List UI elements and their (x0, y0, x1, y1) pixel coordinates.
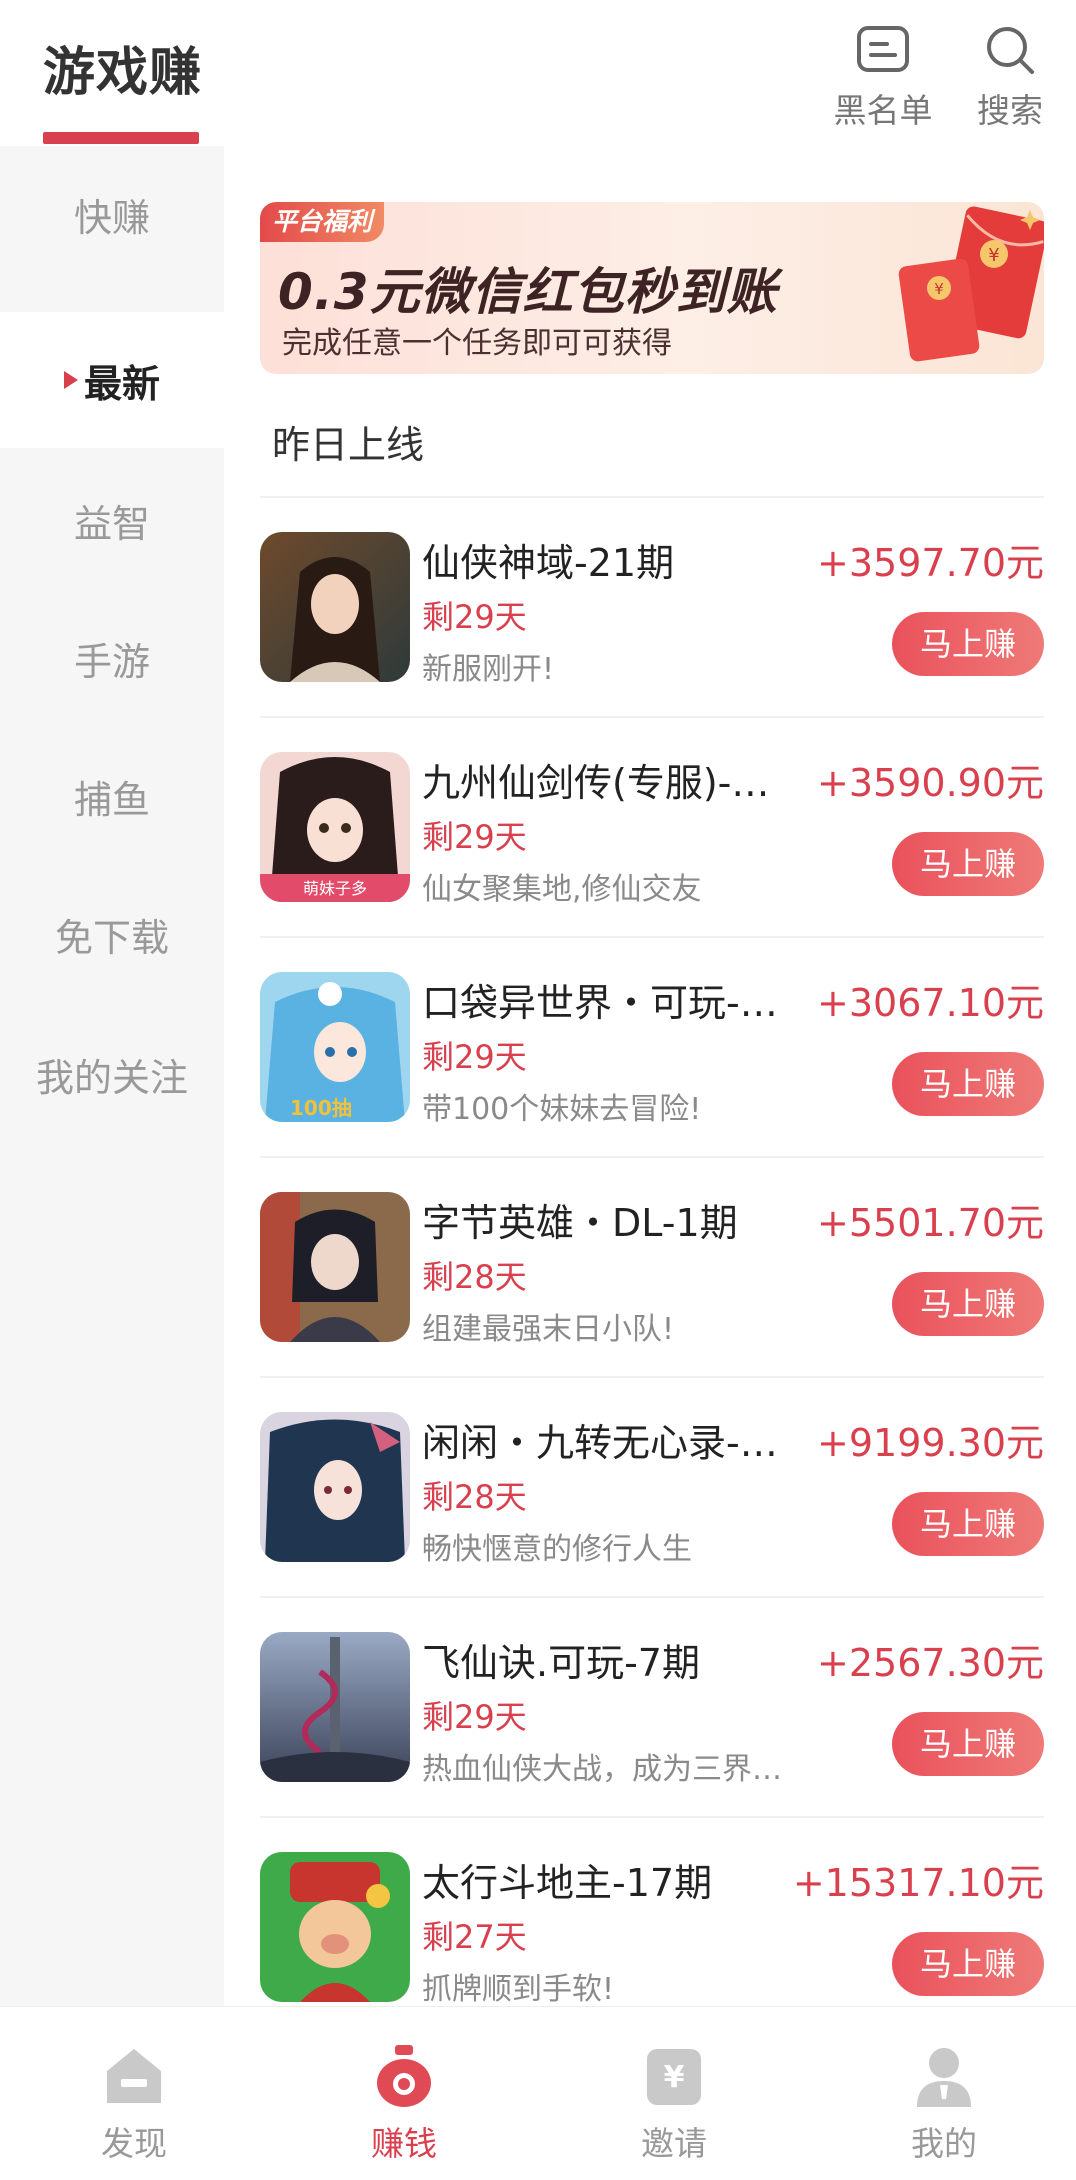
reward-amount: +9199.30元 (817, 1421, 1044, 1465)
search-label: 搜索 (977, 91, 1043, 130)
main-content: 平台福利 0.3元微信红包秒到账 完成任意一个任务即可可获得 ¥ ¥ 昨日上线 (224, 146, 1076, 2007)
sidebar-item-label: 我的关注 (35, 1055, 188, 1100)
red-envelope-icon: ¥ ¥ (898, 206, 1044, 362)
game-thumbnail (260, 532, 410, 682)
home-icon (107, 2049, 161, 2103)
svg-text:¥: ¥ (664, 2060, 685, 2095)
earn-now-button[interactable]: 马上赚 (892, 1492, 1044, 1556)
tab-label: 发现 (101, 2124, 167, 2163)
earn-now-button[interactable]: 马上赚 (892, 1712, 1044, 1776)
game-thumbnail: 萌妹子多 (260, 752, 410, 902)
earn-now-button[interactable]: 马上赚 (892, 612, 1044, 676)
game-description: 带100个妹妹去冒险! (422, 1092, 702, 1127)
days-left: 剩29天 (422, 818, 527, 856)
page-title: 游戏赚 (43, 43, 203, 103)
svg-text:¥: ¥ (988, 245, 999, 266)
days-left: 剩29天 (422, 1698, 527, 1736)
game-name: 口袋异世界・可玩-… (422, 981, 778, 1025)
sidebar-item-label: 捕鱼 (73, 777, 150, 822)
reward-amount: +15317.10元 (792, 1861, 1044, 1905)
search-button[interactable]: 搜索 (950, 22, 1070, 132)
sidebar-item-quick-earn[interactable]: 快赚 (0, 146, 224, 282)
earn-now-button[interactable]: 马上赚 (892, 1272, 1044, 1336)
sidebar-item-label: 手游 (73, 639, 150, 684)
game-name: 九州仙剑传(专服)-… (422, 761, 770, 805)
game-description: 仙女聚集地,修仙交友 (422, 872, 702, 907)
banner-subtext: 完成任意一个任务即可可获得 (282, 326, 672, 361)
game-name: 仙侠神域-21期 (422, 541, 675, 585)
game-thumbnail (260, 1852, 410, 2002)
sidebar-item-following[interactable]: 我的关注 (0, 1006, 224, 1142)
game-description: 组建最强末日小队! (422, 1312, 675, 1347)
blacklist-button[interactable]: 黑名单 (823, 22, 943, 132)
reward-amount: +2567.30元 (817, 1641, 1044, 1685)
game-name: 飞仙诀.可玩-7期 (422, 1641, 700, 1685)
days-left: 剩27天 (422, 1918, 527, 1956)
days-left: 剩29天 (422, 598, 527, 636)
thumb-badge: 100抽 (290, 1096, 352, 1120)
search-icon (987, 27, 1034, 74)
list-item[interactable]: 闲闲・九转无心录-… 剩28天 畅快惬意的修行人生 +9199.30元 马上赚 (260, 1376, 1044, 1596)
sidebar-item-label: 快赚 (73, 195, 150, 240)
category-sidebar: 快赚 最新 益智 手游 捕鱼 免下载 我的关注 (0, 146, 224, 2006)
reward-amount: +5501.70元 (817, 1201, 1044, 1245)
game-name: 闲闲・九转无心录-… (422, 1421, 778, 1465)
sidebar-item-label: 最新 (83, 361, 160, 406)
game-thumbnail: 100抽 (260, 972, 410, 1122)
game-thumbnail (260, 1632, 410, 1782)
list-item[interactable]: 飞仙诀.可玩-7期 剩29天 热血仙侠大战，成为三界… +2567.30元 马上… (260, 1596, 1044, 1816)
list-item[interactable]: 太行斗地主-17期 剩27天 抓牌顺到手软! +15317.10元 马上赚 (260, 1816, 1044, 2036)
reward-amount: +3067.10元 (817, 981, 1044, 1025)
days-left: 剩28天 (422, 1478, 527, 1516)
tab-label: 我的 (911, 2124, 977, 2163)
tab-mine[interactable]: 我的 (854, 2041, 1034, 2165)
promo-banner[interactable]: 平台福利 0.3元微信红包秒到账 完成任意一个任务即可可获得 ¥ ¥ (260, 202, 1044, 374)
active-indicator-icon (63, 371, 78, 389)
tab-invite[interactable]: ¥ 邀请 (584, 2041, 764, 2165)
list-item[interactable]: 字节英雄・DL-1期 剩28天 组建最强末日小队! +5501.70元 马上赚 (260, 1156, 1044, 1376)
list-item[interactable]: 萌妹子多 九州仙剑传(专服)-… 剩29天 仙女聚集地,修仙交友 +3590.9… (260, 716, 1044, 936)
sidebar-item-mobile-games[interactable]: 手游 (0, 590, 224, 726)
person-icon (917, 2048, 971, 2107)
blacklist-icon (857, 26, 909, 72)
tab-discover[interactable]: 发现 (44, 2041, 224, 2165)
game-description: 抓牌顺到手软! (422, 1972, 615, 2007)
sidebar-item-no-download[interactable]: 免下载 (0, 866, 224, 1002)
money-bag-icon (377, 2045, 431, 2107)
banner-tag: 平台福利 (260, 202, 385, 242)
game-name: 字节英雄・DL-1期 (422, 1201, 738, 1245)
sidebar-item-fishing[interactable]: 捕鱼 (0, 728, 224, 864)
section-title: 昨日上线 (272, 423, 425, 467)
title-underline (43, 132, 199, 144)
reward-amount: +3590.90元 (817, 761, 1044, 805)
days-left: 剩28天 (422, 1258, 527, 1296)
game-description: 热血仙侠大战，成为三界… (422, 1752, 782, 1787)
list-item[interactable]: 100抽 口袋异世界・可玩-… 剩29天 带100个妹妹去冒险! +3067.1… (260, 936, 1044, 1156)
earn-now-button[interactable]: 马上赚 (892, 832, 1044, 896)
sidebar-item-puzzle[interactable]: 益智 (0, 452, 224, 588)
earn-now-button[interactable]: 马上赚 (892, 1052, 1044, 1116)
blacklist-label: 黑名单 (833, 91, 933, 130)
list-item[interactable]: 仙侠神域-21期 剩29天 新服刚开! +3597.70元 马上赚 (260, 496, 1044, 716)
sidebar-item-label: 免下载 (54, 915, 169, 960)
game-description: 畅快惬意的修行人生 (422, 1532, 692, 1567)
sidebar-item-label: 益智 (73, 501, 150, 546)
game-description: 新服刚开! (422, 652, 555, 687)
tab-earn[interactable]: 赚钱 (314, 2041, 494, 2165)
tab-label: 赚钱 (371, 2124, 437, 2163)
game-thumbnail (260, 1192, 410, 1342)
thumb-badge: 萌妹子多 (303, 879, 367, 898)
bottom-tab-bar: 发现 赚钱 ¥ 邀请 我的 (0, 2006, 1076, 2180)
yuan-icon: ¥ (647, 2049, 701, 2105)
svg-text:¥: ¥ (934, 280, 944, 298)
banner-headline: 0.3元微信红包秒到账 (278, 263, 778, 321)
sidebar-item-latest[interactable]: 最新 (0, 312, 224, 448)
days-left: 剩29天 (422, 1038, 527, 1076)
top-header: 游戏赚 黑名单 搜索 (0, 0, 1076, 146)
reward-amount: +3597.70元 (817, 541, 1044, 585)
game-thumbnail (260, 1412, 410, 1562)
game-name: 太行斗地主-17期 (422, 1861, 713, 1905)
tab-label: 邀请 (641, 2124, 707, 2163)
earn-now-button[interactable]: 马上赚 (892, 1932, 1044, 1996)
